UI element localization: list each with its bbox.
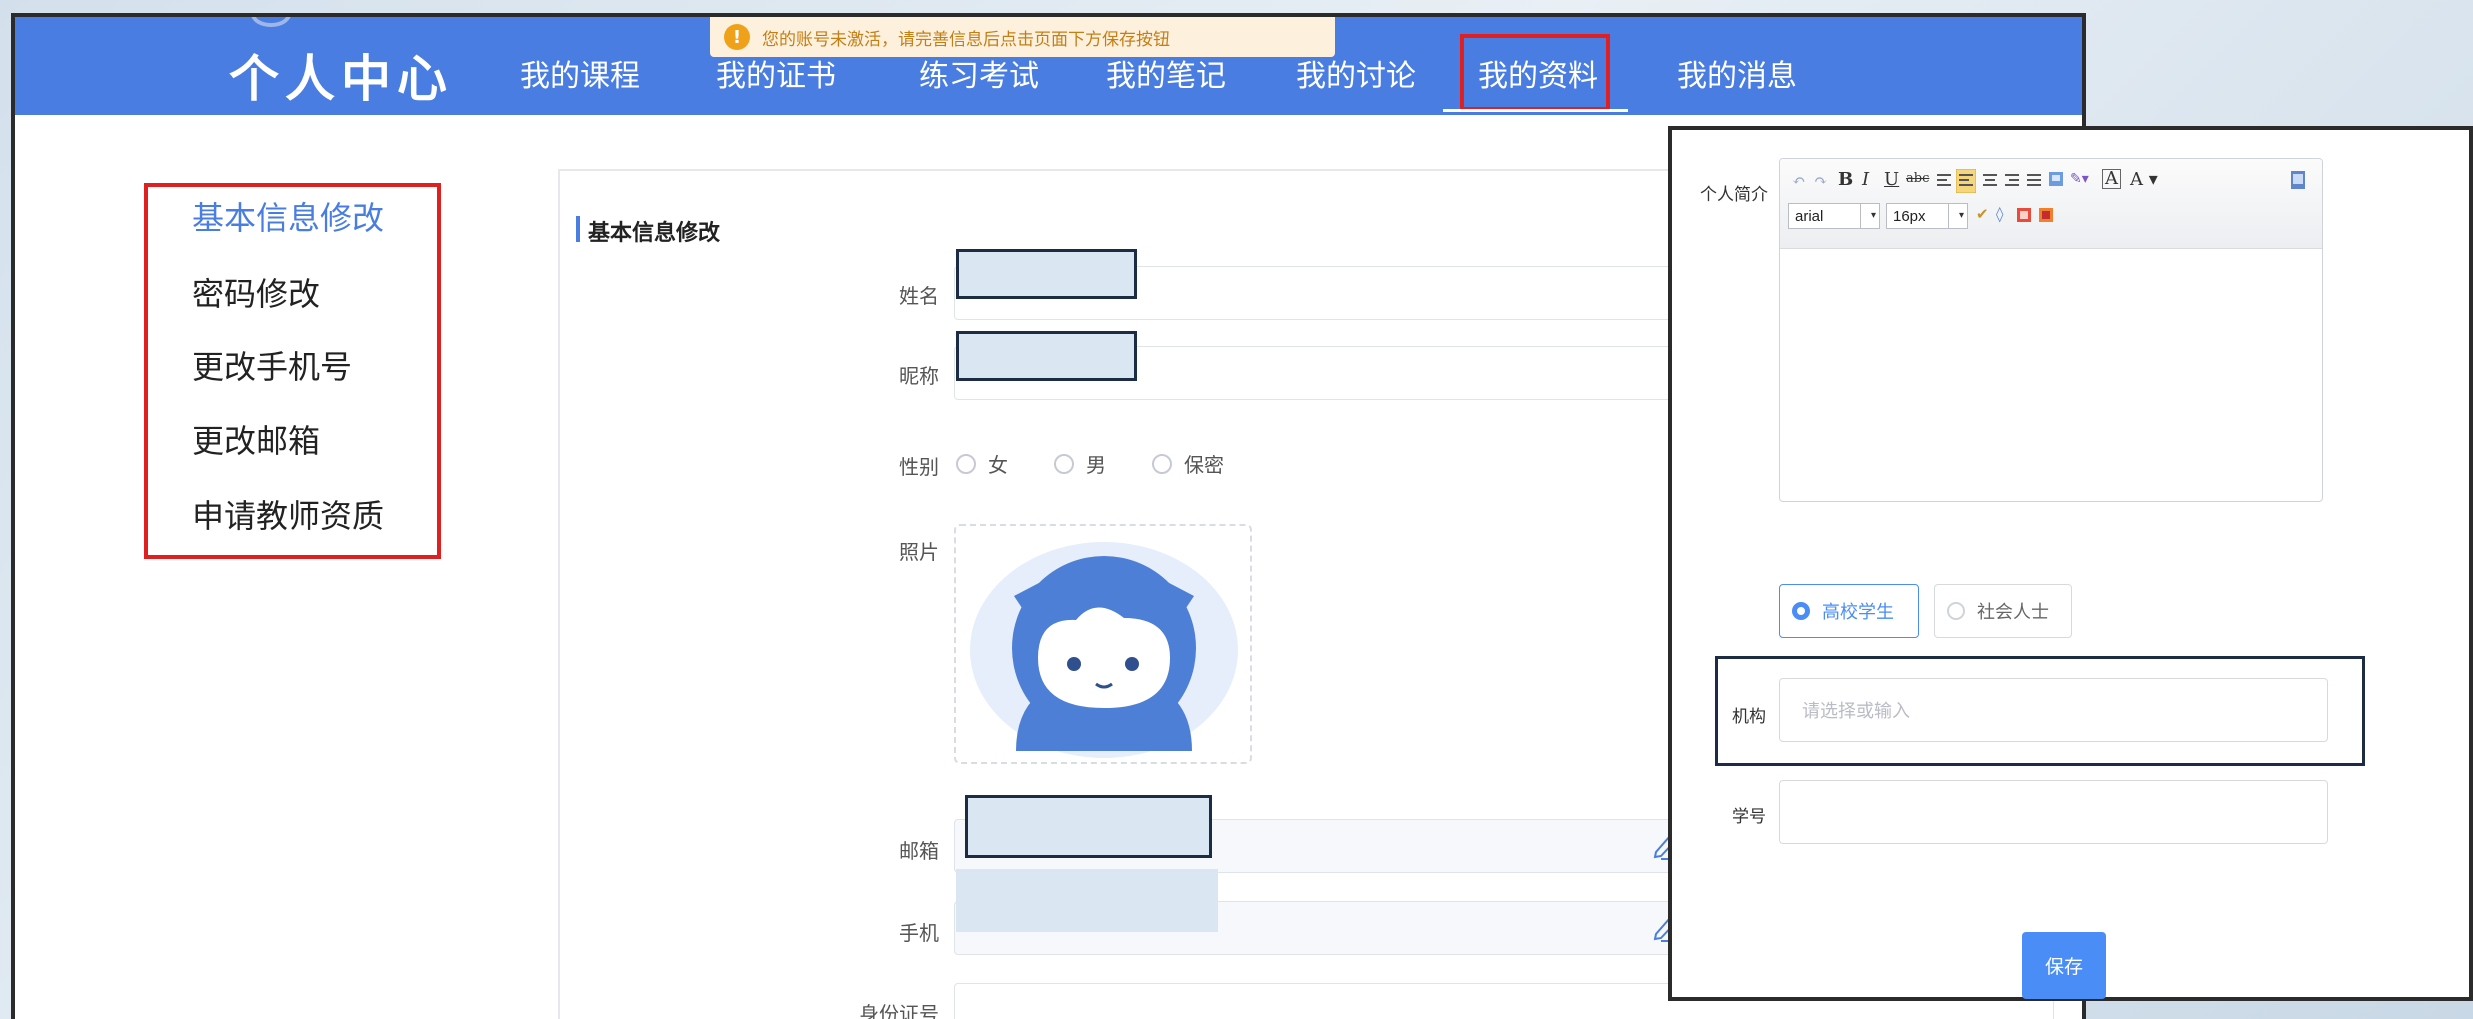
avatar[interactable] — [251, 17, 291, 27]
font-family-value: arial — [1795, 207, 1824, 225]
student-id-label: 学号 — [1732, 807, 1766, 827]
nav-my-discussions[interactable]: 我的讨论 — [1296, 51, 1416, 95]
align-justify-icon[interactable] — [2026, 172, 2042, 190]
paragraph-format-icon[interactable] — [1936, 172, 1952, 190]
insert-media-icon[interactable] — [2038, 207, 2054, 225]
clear-format-icon[interactable]: ✔ — [1976, 205, 1989, 223]
radio-circle[interactable] — [956, 453, 976, 474]
highlight-color-button[interactable]: A ▾ — [2130, 169, 2158, 190]
nav-my-certificates[interactable]: 我的证书 — [716, 51, 836, 95]
phone-redaction — [956, 869, 1218, 932]
intro-label: 个人简介 — [1700, 185, 1768, 205]
notice-text: 您的账号未激活，请完善信息后点击页面下方保存按钮 — [762, 29, 1170, 50]
chevron-down-icon: ▾ — [1870, 210, 1876, 221]
sidebar-item-basic-info[interactable]: 基本信息修改 — [192, 193, 384, 239]
gender-option-male[interactable]: 男 — [1054, 449, 1106, 478]
sidebar-item-change-email[interactable]: 更改邮箱 — [192, 416, 320, 462]
active-nav-highlight — [1460, 34, 1610, 111]
warning-icon: ! — [724, 24, 750, 50]
sidebar-item-change-phone[interactable]: 更改手机号 — [192, 342, 352, 388]
top-nav-bar: 个人中心 我的课程 我的证书 练习考试 我的笔记 我的讨论 我的资料 我的消息 … — [15, 17, 2082, 115]
name-label: 姓名 — [899, 284, 939, 308]
rich-text-editor[interactable]: ↶ ↷ B I U abc ✎▾ A A ▾ arial ▾ 16px ▾ ✔ … — [1779, 158, 2323, 502]
phone-label: 手机 — [899, 921, 939, 945]
photo-upload[interactable] — [954, 524, 1252, 764]
email-redaction — [965, 795, 1212, 858]
align-right-icon[interactable] — [2004, 172, 2020, 190]
org-label: 机构 — [1732, 707, 1766, 727]
bold-button[interactable]: B — [1838, 169, 1853, 190]
radio-circle[interactable] — [1054, 453, 1074, 474]
radio-circle[interactable] — [1152, 453, 1172, 474]
align-center-icon[interactable] — [1982, 172, 1998, 190]
gender-label: 性别 — [899, 455, 939, 479]
org-input[interactable]: 请选择或输入 — [1779, 678, 2328, 742]
italic-button[interactable]: I — [1862, 169, 1869, 190]
notice-banner: ! 您的账号未激活，请完善信息后点击页面下方保存按钮 — [710, 17, 1335, 57]
nav-practice-exams[interactable]: 练习考试 — [919, 51, 1039, 95]
active-nav-underline — [1443, 109, 1628, 112]
align-left-icon[interactable] — [1956, 169, 1976, 193]
nickname-redaction — [956, 331, 1137, 381]
nav-my-courses[interactable]: 我的课程 — [520, 51, 640, 95]
emoticon-icon[interactable] — [2016, 207, 2032, 225]
nav-my-messages[interactable]: 我的消息 — [1677, 51, 1797, 95]
font-size-value: 16px — [1893, 207, 1926, 225]
gender-option-secret[interactable]: 保密 — [1152, 449, 1224, 478]
chevron-down-icon: ▾ — [1958, 210, 1964, 221]
photo-label: 照片 — [899, 540, 939, 564]
id-number-label: 身份证号 — [859, 1002, 939, 1019]
panel-title: 基本信息修改 — [588, 221, 721, 246]
student-id-input[interactable] — [1779, 780, 2328, 844]
font-size-select[interactable]: 16px ▾ — [1886, 203, 1968, 229]
name-redaction — [956, 249, 1137, 299]
eraser-icon[interactable]: ◊ — [1996, 205, 2003, 223]
gender-option-female[interactable]: 女 — [956, 449, 1008, 478]
save-button[interactable]: 保存 — [2022, 932, 2106, 999]
panel-title-accent — [576, 216, 580, 242]
font-family-select[interactable]: arial ▾ — [1788, 203, 1880, 229]
format-brush-icon[interactable]: ✎▾ — [2070, 171, 2089, 187]
gender-option-label: 女 — [988, 453, 1008, 477]
fullscreen-icon[interactable] — [2290, 170, 2306, 190]
identity-option-label: 高校学生 — [1822, 602, 1894, 623]
brand-title: 个人中心 — [229, 49, 453, 108]
undo-icon[interactable]: ↶ — [1792, 171, 1805, 190]
sidebar-item-password[interactable]: 密码修改 — [192, 269, 320, 315]
gender-option-label: 男 — [1086, 453, 1106, 477]
redo-icon[interactable]: ↷ — [1814, 171, 1827, 190]
radio-selected-icon — [1792, 602, 1810, 620]
identity-option-label: 社会人士 — [1977, 602, 2049, 623]
identity-option-public[interactable]: 社会人士 — [1934, 584, 2072, 638]
default-avatar-icon — [970, 542, 1238, 758]
font-color-button[interactable]: A — [2102, 169, 2121, 189]
identity-option-student[interactable]: 高校学生 — [1779, 584, 1919, 638]
sidebar-item-teacher-qualification[interactable]: 申请教师资质 — [192, 491, 384, 537]
gender-radio-group: 女 男 保密 — [956, 449, 1270, 478]
highlight-label: A — [2130, 169, 2143, 190]
nickname-label: 昵称 — [899, 364, 939, 388]
strikethrough-icon[interactable]: abc — [1906, 171, 1929, 186]
org-placeholder: 请选择或输入 — [1802, 701, 1910, 722]
insert-image-icon[interactable] — [2048, 171, 2064, 189]
nav-my-notes[interactable]: 我的笔记 — [1106, 51, 1226, 95]
radio-circle — [1947, 602, 1965, 620]
underline-button[interactable]: U — [1884, 169, 1899, 190]
email-label: 邮箱 — [899, 839, 939, 863]
gender-option-label: 保密 — [1184, 453, 1224, 477]
editor-toolbar: ↶ ↷ B I U abc ✎▾ A A ▾ arial ▾ 16px ▾ ✔ … — [1780, 159, 2322, 249]
